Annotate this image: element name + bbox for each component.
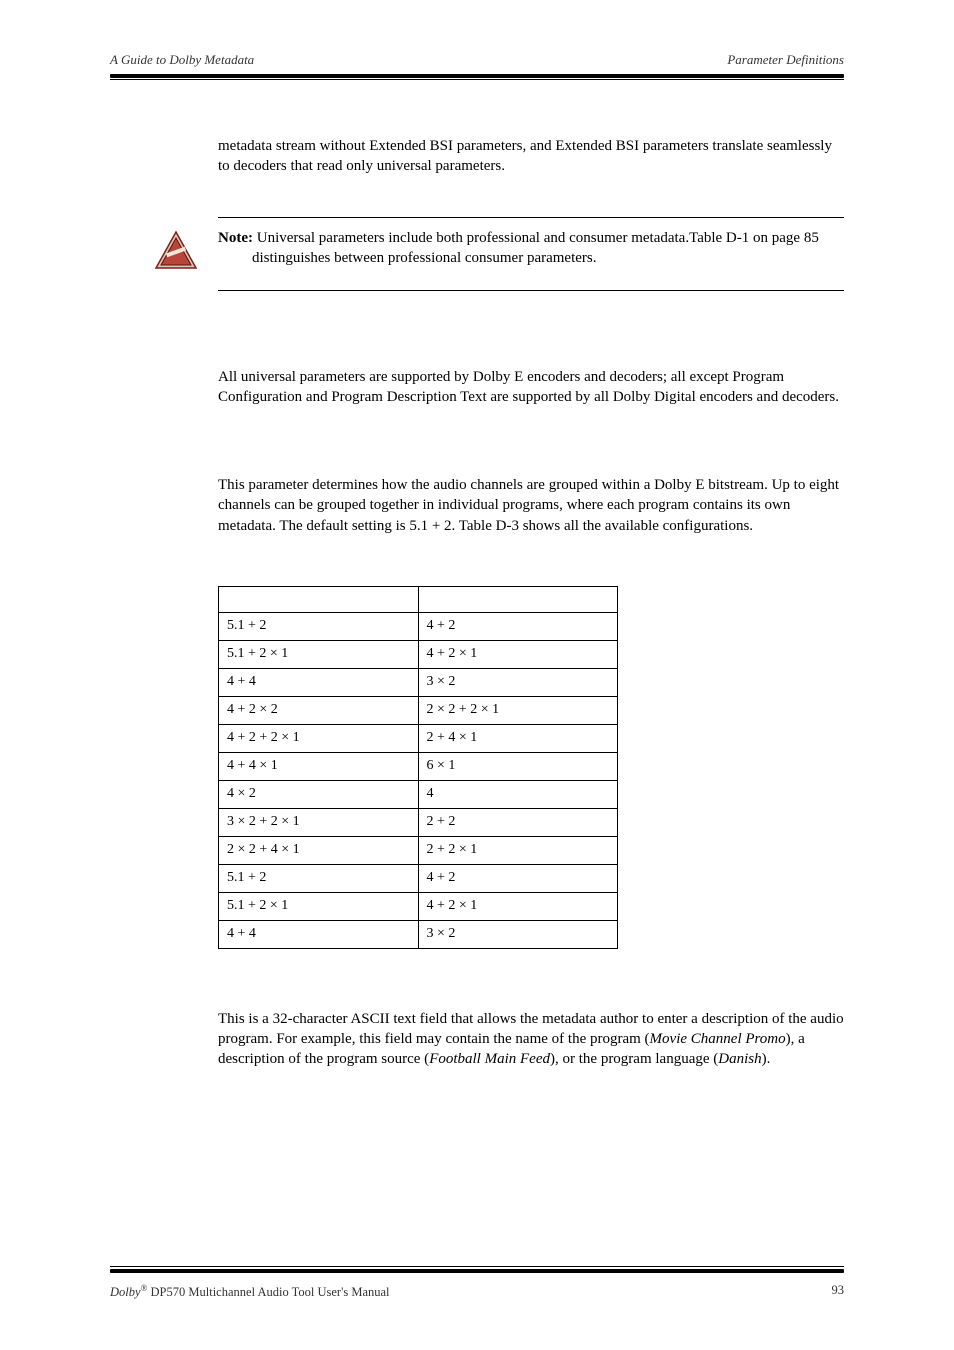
table-row: 5.1 + 2 × 14 + 2 × 1: [219, 892, 618, 920]
table-cell: 2 + 4 × 1: [418, 724, 618, 752]
table-cell: 4 + 2 × 1: [418, 892, 618, 920]
table-cell: 5.1 + 2: [219, 612, 419, 640]
header-left: A Guide to Dolby Metadata: [110, 52, 254, 68]
table-cell: 4 + 4: [219, 668, 419, 696]
note-body-text: Universal parameters include both profes…: [252, 230, 819, 266]
table-header-row: [219, 586, 618, 612]
table-cell: 4 + 2: [418, 864, 618, 892]
table-row: 5.1 + 24 + 2: [219, 612, 618, 640]
footer-page-number: 93: [832, 1283, 845, 1300]
config-paragraph: This parameter determines how the audio …: [218, 475, 844, 536]
table-row: 4 + 2 + 2 × 12 + 4 × 1: [219, 724, 618, 752]
description-paragraph: This is a 32-character ASCII text field …: [218, 1009, 844, 1070]
table-row: 4 + 4 × 16 × 1: [219, 752, 618, 780]
table-cell: 5.1 + 2: [219, 864, 419, 892]
table-row: 4 + 43 × 2: [219, 668, 618, 696]
table-cell: 4 + 2: [418, 612, 618, 640]
table-cell: 3 × 2 + 2 × 1: [219, 808, 419, 836]
desc-em3: Danish: [718, 1051, 761, 1067]
running-header: A Guide to Dolby Metadata Parameter Defi…: [110, 52, 844, 74]
table-row: 5.1 + 2 × 14 + 2 × 1: [219, 640, 618, 668]
footer-rule-mid: [110, 1269, 844, 1273]
note-label: Note:: [218, 230, 253, 246]
table-cell: 4: [418, 780, 618, 808]
table-cell: 2 × 2 + 4 × 1: [219, 836, 419, 864]
warning-icon: [148, 228, 204, 276]
table-cell: 4 + 2 + 2 × 1: [219, 724, 419, 752]
table-cell: 4 + 2 × 2: [219, 696, 419, 724]
table-cell: 3 × 2: [418, 668, 618, 696]
footer-left: Dolby® DP570 Multichannel Audio Tool Use…: [110, 1283, 390, 1300]
table-row: 5.1 + 24 + 2: [219, 864, 618, 892]
table-cell: 3 × 2: [418, 920, 618, 948]
table-cell: 4 + 2 × 1: [418, 640, 618, 668]
note-text: Note: Universal parameters include both …: [218, 228, 844, 276]
desc-mid2: ), or the program language (: [550, 1051, 718, 1067]
footer-brand: Dolby: [110, 1285, 141, 1299]
intro-paragraph: metadata stream without Extended BSI par…: [218, 136, 844, 177]
table-cell: 4 + 4 × 1: [219, 752, 419, 780]
table-cell: 2 + 2: [418, 808, 618, 836]
footer-title: DP570 Multichannel Audio Tool User's Man…: [147, 1285, 389, 1299]
header-right: Parameter Definitions: [727, 52, 844, 68]
table-header-cell: [418, 586, 618, 612]
table-cell: 2 + 2 × 1: [418, 836, 618, 864]
table-row: 4 + 2 × 22 × 2 + 2 × 1: [219, 696, 618, 724]
table-row: 4 + 43 × 2: [219, 920, 618, 948]
desc-em2: Football Main Feed: [429, 1051, 550, 1067]
table-row: 3 × 2 + 2 × 12 + 2: [219, 808, 618, 836]
table-cell: 5.1 + 2 × 1: [219, 892, 419, 920]
page-footer: Dolby® DP570 Multichannel Audio Tool Use…: [110, 1266, 844, 1300]
note-rule-bottom: [218, 290, 844, 291]
header-rule: [110, 74, 844, 78]
table-cell: 5.1 + 2 × 1: [219, 640, 419, 668]
table-cell: 2 × 2 + 2 × 1: [418, 696, 618, 724]
table-header-cell: [219, 586, 419, 612]
config-table: 5.1 + 24 + 25.1 + 2 × 14 + 2 × 14 + 43 ×…: [218, 586, 618, 949]
desc-post: ).: [762, 1051, 771, 1067]
footer-rule-top: [110, 1266, 844, 1267]
table-cell: 4 + 4: [219, 920, 419, 948]
desc-em1: Movie Channel Promo: [650, 1031, 786, 1047]
universal-paragraph: All universal parameters are supported b…: [218, 367, 844, 408]
table-row: 4 × 24: [219, 780, 618, 808]
note-block: Note: Universal parameters include both …: [218, 217, 844, 291]
table-cell: 6 × 1: [418, 752, 618, 780]
table-cell: 4 × 2: [219, 780, 419, 808]
table-row: 2 × 2 + 4 × 12 + 2 × 1: [219, 836, 618, 864]
